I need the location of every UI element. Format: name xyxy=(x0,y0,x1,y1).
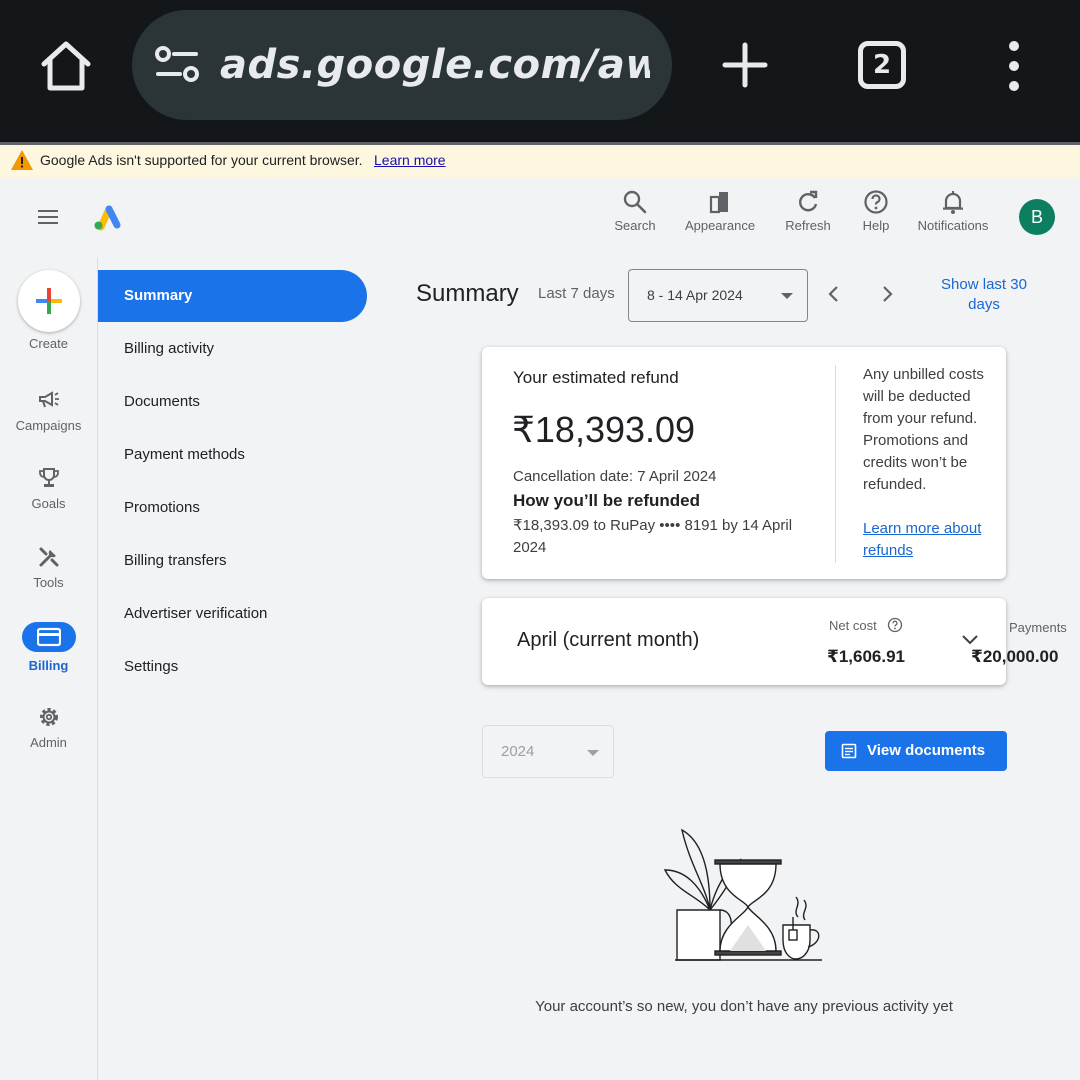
nav-item-payment-methods[interactable]: Payment methods xyxy=(98,429,367,481)
card-divider xyxy=(835,365,836,563)
plus-colored-icon xyxy=(36,288,62,314)
site-settings-icon[interactable] xyxy=(154,45,200,85)
billing-label: Billing xyxy=(28,658,69,673)
app-header: Search Appearance Refresh Help Notificat… xyxy=(0,177,1080,257)
date-range-label: Last 7 days xyxy=(538,285,615,302)
trophy-icon xyxy=(38,468,59,487)
rail-item-admin[interactable]: Admin xyxy=(0,705,97,750)
appearance-label: Appearance xyxy=(684,218,756,233)
nav-item-billing-transfers[interactable]: Billing transfers xyxy=(98,535,367,587)
refresh-label: Refresh xyxy=(785,218,831,233)
admin-label: Admin xyxy=(30,735,67,750)
menu-icon[interactable] xyxy=(36,205,60,229)
show-last-30-days-button[interactable]: Show last 30 days xyxy=(928,275,1040,315)
browser-toolbar: ads.google.com/aw/b 2 xyxy=(0,0,1080,142)
home-icon[interactable] xyxy=(36,36,96,96)
dropdown-arrow-icon xyxy=(781,293,793,299)
date-range-value: 8 - 14 Apr 2024 xyxy=(647,287,743,303)
nav-item-summary[interactable]: Summary xyxy=(98,270,367,322)
help-label: Help xyxy=(862,218,890,233)
year-value: 2024 xyxy=(501,743,535,760)
net-cost-label: Net cost xyxy=(829,618,877,633)
refresh-button[interactable]: Refresh xyxy=(782,189,834,233)
payments-value: ₹20,000.00 xyxy=(971,647,1059,666)
nav-item-billing-activity[interactable]: Billing activity xyxy=(98,323,367,375)
unsupported-browser-banner: Google Ads isn't supported for your curr… xyxy=(0,145,1080,177)
cancellation-date: Cancellation date: 7 April 2024 xyxy=(513,468,717,485)
tools-label: Tools xyxy=(33,575,64,590)
campaigns-label: Campaigns xyxy=(15,418,82,433)
nav-item-settings[interactable]: Settings xyxy=(98,641,367,693)
gear-icon xyxy=(39,708,58,726)
search-button[interactable]: Search xyxy=(612,189,658,233)
help-button[interactable]: Help xyxy=(858,189,894,233)
month-label: April (current month) xyxy=(517,629,700,651)
empty-state-illustration xyxy=(663,828,822,961)
nav-item-documents[interactable]: Documents xyxy=(98,376,367,428)
estimated-refund-card: Your estimated refund ₹18,393.09 Cancell… xyxy=(482,347,1006,579)
document-icon xyxy=(841,743,857,759)
chevron-left-icon[interactable] xyxy=(822,282,846,306)
net-cost-value: ₹1,606.91 xyxy=(827,647,906,666)
page-title: Summary xyxy=(416,280,519,307)
account-avatar[interactable]: B xyxy=(1019,199,1055,235)
tab-switcher-button[interactable]: 2 xyxy=(858,41,906,89)
nav-item-advertiser-verification[interactable]: Advertiser verification xyxy=(98,588,367,640)
learn-more-refunds-link[interactable]: Learn more about refunds xyxy=(863,518,997,562)
year-select[interactable]: 2024 xyxy=(482,725,614,778)
help-icon[interactable] xyxy=(887,617,903,633)
dropdown-arrow-icon xyxy=(587,750,599,756)
bell-icon xyxy=(943,191,963,214)
warning-icon xyxy=(11,150,33,170)
rail-item-tools[interactable]: Tools xyxy=(0,545,97,590)
refund-title: Your estimated refund xyxy=(513,368,679,387)
notifications-button[interactable]: Notifications xyxy=(911,189,995,233)
notifications-label: Notifications xyxy=(917,218,989,233)
view-documents-button[interactable]: View documents xyxy=(825,731,1007,771)
rail-create-label: Create xyxy=(28,336,69,351)
appearance-button[interactable]: Appearance xyxy=(680,189,760,233)
refresh-icon xyxy=(799,190,818,212)
current-month-card[interactable]: April (current month) Net cost ₹1,606.91 xyxy=(482,598,1006,685)
url-text[interactable]: ads.google.com/aw/b xyxy=(220,38,650,92)
nav-item-promotions[interactable]: Promotions xyxy=(98,482,367,534)
credit-card-icon xyxy=(36,627,61,647)
payments-label: Payments xyxy=(1009,620,1067,635)
refund-note: Any unbilled costs will be deducted from… xyxy=(863,366,984,493)
empty-state-message: Your account’s so new, you don’t have an… xyxy=(535,998,953,1015)
tools-icon xyxy=(39,547,58,567)
view-documents-label: View documents xyxy=(867,742,986,759)
learn-more-link[interactable]: Learn more xyxy=(374,145,446,175)
refund-method-title: How you’ll be refunded xyxy=(513,491,701,510)
megaphone-icon xyxy=(38,391,59,408)
goals-label: Goals xyxy=(31,496,66,511)
appearance-icon xyxy=(709,192,728,214)
refund-method-detail: ₹18,393.09 to RuPay •••• 8191 by 14 Apri… xyxy=(513,517,793,556)
refund-amount: ₹18,393.09 xyxy=(512,409,696,450)
search-icon xyxy=(623,190,647,214)
billing-active-pill xyxy=(21,622,76,652)
google-ads-logo[interactable] xyxy=(92,203,122,231)
address-bar[interactable]: ads.google.com/aw/b xyxy=(132,10,672,120)
create-button[interactable] xyxy=(18,270,80,332)
rail-item-campaigns[interactable]: Campaigns xyxy=(0,388,97,433)
help-icon xyxy=(864,190,888,214)
rail-item-goals[interactable]: Goals xyxy=(0,466,97,511)
new-tab-icon[interactable] xyxy=(720,40,770,90)
more-vert-icon[interactable] xyxy=(1000,40,1028,92)
search-label: Search xyxy=(614,218,656,233)
rail-item-billing[interactable]: Billing xyxy=(0,622,97,673)
date-range-select[interactable]: 8 - 14 Apr 2024 xyxy=(628,269,808,322)
chevron-right-icon[interactable] xyxy=(875,282,899,306)
banner-message: Google Ads isn't supported for your curr… xyxy=(40,152,363,168)
